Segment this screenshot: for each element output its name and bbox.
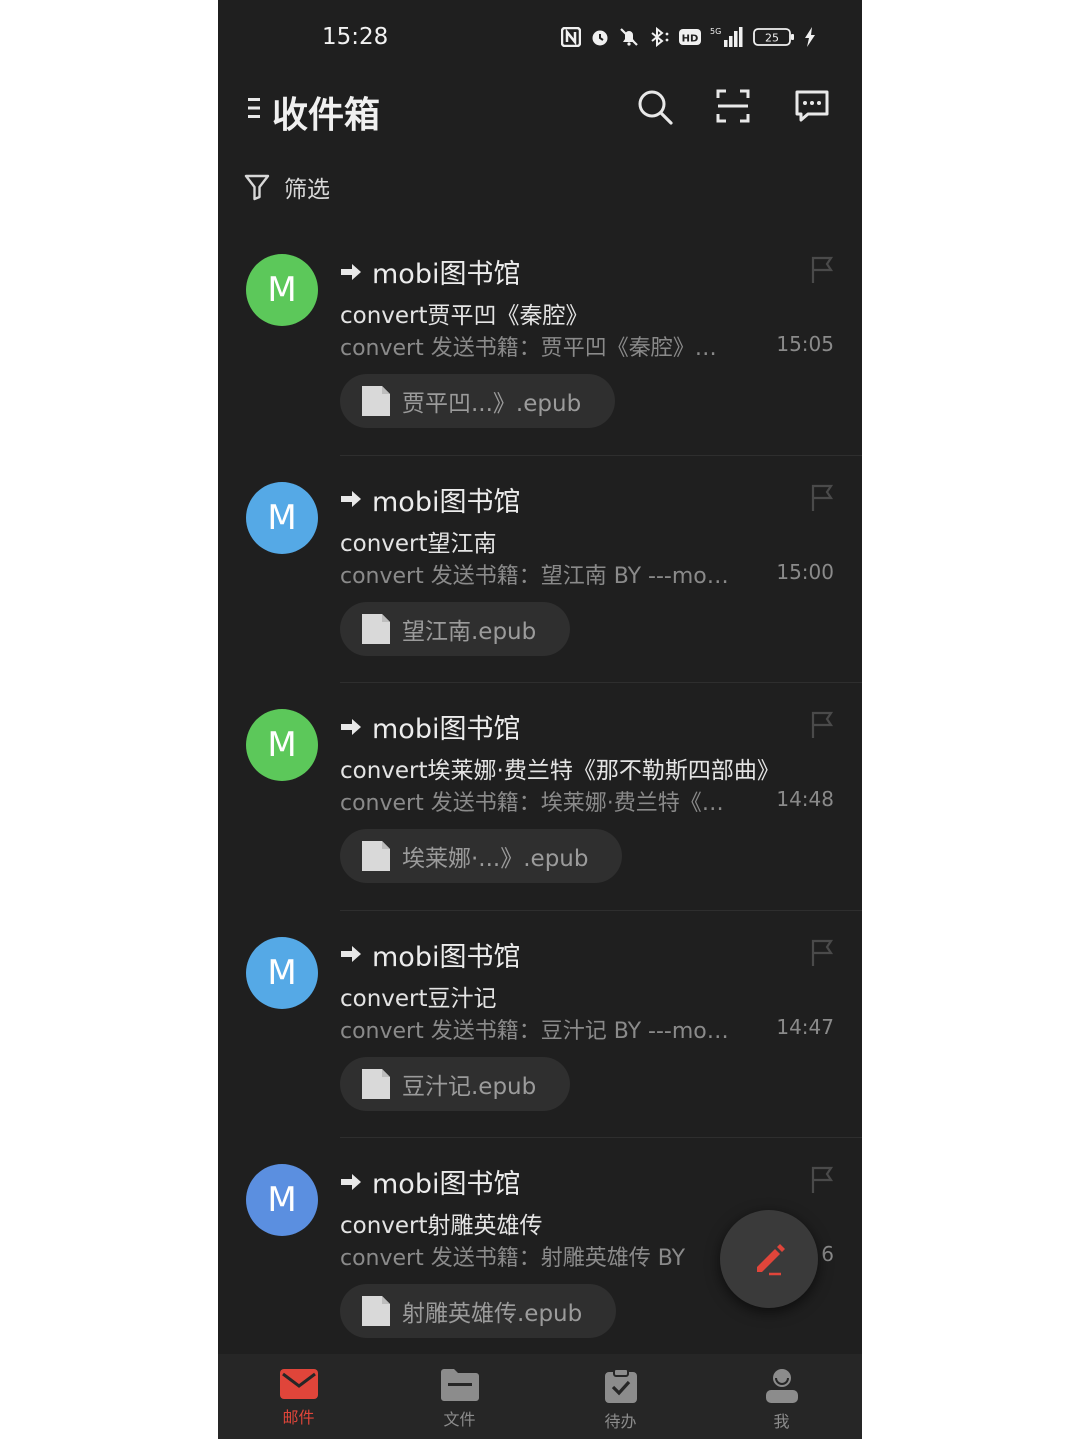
attachment-name: 贾平凹...》.epub <box>402 391 582 417</box>
file-icon <box>362 1296 390 1326</box>
bottom-navigation: 邮件 文件 待办 我 <box>218 1354 862 1439</box>
status-icons: HD 5G 25 <box>561 26 816 48</box>
mail-item[interactable]: M mobi图书馆 convert豆汁记 convert 发送书籍：豆汁记 BY… <box>218 911 862 1138</box>
nav-todo[interactable]: 待办 <box>540 1354 701 1439</box>
avatar: M <box>246 481 318 554</box>
attachment-chip[interactable]: 豆汁记.epub <box>340 1056 571 1111</box>
filter-button[interactable]: 筛选 <box>244 170 330 204</box>
inbox-header: 收件箱 <box>218 76 862 146</box>
mail-item[interactable]: M mobi图书馆 convert贾平凹《秦腔》 convert 发送书籍：贾平… <box>218 228 862 456</box>
search-icon[interactable] <box>636 88 674 126</box>
svg-text:5G: 5G <box>710 27 721 36</box>
mail-preview: convert 发送书籍：望江南 BY ---mo… <box>340 563 729 589</box>
mail-time: 6 <box>821 1242 834 1266</box>
status-time: 15:28 <box>322 24 389 50</box>
mail-item[interactable]: M mobi图书馆 convert埃莱娜·费兰特《那不勒斯四部曲》 conver… <box>218 683 862 911</box>
forward-arrow-icon <box>341 1173 361 1190</box>
avatar: M <box>246 1164 318 1236</box>
mute-bell-icon <box>620 28 638 46</box>
page-title: 收件箱 <box>272 95 381 136</box>
avatar: M <box>246 709 318 781</box>
mail-preview: convert 发送书籍：埃莱娜·费兰特《… <box>340 791 724 816</box>
mail-time: 15:05 <box>776 332 834 356</box>
sender-name: mobi图书馆 <box>372 1169 521 1200</box>
mail-time: 14:48 <box>776 787 834 811</box>
charging-bolt-icon <box>805 27 815 47</box>
svg-text:HD: HD <box>682 34 699 45</box>
attachment-name: 豆汁记.epub <box>402 1073 537 1100</box>
message-icon[interactable] <box>794 88 830 124</box>
forward-arrow-icon <box>341 718 361 735</box>
signal-5g-icon: 5G <box>710 27 743 47</box>
forward-arrow-icon <box>341 491 361 507</box>
sender-name: mobi图书馆 <box>372 486 521 518</box>
nav-label: 待办 <box>604 1412 637 1431</box>
mail-subject: convert望江南 <box>340 530 497 557</box>
mail-subject: convert射雕英雄传 <box>340 1213 543 1239</box>
bluetooth-icon <box>651 27 669 47</box>
hd-icon: HD <box>679 29 701 45</box>
attachment-chip[interactable]: 望江南.epub <box>340 601 571 656</box>
file-icon <box>362 841 390 871</box>
compose-pencil-icon <box>757 1244 785 1276</box>
compose-button[interactable] <box>720 1210 818 1308</box>
scan-icon[interactable] <box>716 88 750 124</box>
attachment-chip[interactable]: 射雕英雄传.epub <box>340 1284 617 1338</box>
attachment-name: 射雕英雄传.epub <box>402 1301 583 1327</box>
nav-label: 文件 <box>443 1410 476 1429</box>
flag-icon[interactable] <box>810 939 834 967</box>
alarm-icon <box>592 30 608 46</box>
forward-arrow-icon <box>341 946 361 962</box>
mail-subject: convert豆汁记 <box>340 985 497 1012</box>
flag-icon[interactable] <box>810 1166 834 1194</box>
nav-mail[interactable]: 邮件 <box>218 1354 379 1439</box>
nav-files[interactable]: 文件 <box>379 1354 540 1439</box>
nfc-icon <box>561 27 581 47</box>
file-icon <box>362 386 390 416</box>
status-bar: 15:28 HD 5G 25 <box>218 0 862 76</box>
flag-icon[interactable] <box>810 711 834 739</box>
nav-label: 邮件 <box>282 1408 315 1427</box>
mail-item[interactable]: M mobi图书馆 convert望江南 convert 发送书籍：望江南 BY… <box>218 456 862 683</box>
mail-sender: mobi图书馆 <box>340 480 520 519</box>
sender-name: mobi图书馆 <box>372 941 521 973</box>
folder-icon <box>440 1369 479 1401</box>
attachment-name: 望江南.epub <box>402 618 537 645</box>
mail-sender: mobi图书馆 <box>340 252 520 291</box>
mail-sender: mobi图书馆 <box>340 935 520 974</box>
forward-arrow-icon <box>341 263 361 280</box>
flag-icon[interactable] <box>810 256 834 284</box>
mail-subject: convert埃莱娜·费兰特《那不勒斯四部曲》 <box>340 758 780 784</box>
mail-sender: mobi图书馆 <box>340 707 520 746</box>
mail-preview: convert 发送书籍：豆汁记 BY ---mo… <box>340 1018 729 1044</box>
avatar: M <box>246 254 318 326</box>
battery-icon: 25 <box>753 28 794 46</box>
attachment-name: 埃莱娜·...》.epub <box>402 846 589 872</box>
avatar: M <box>246 936 318 1009</box>
nav-me[interactable]: 我 <box>701 1354 862 1439</box>
mail-time: 14:47 <box>776 1014 834 1039</box>
sender-name: mobi图书馆 <box>372 714 521 745</box>
mail-list: M mobi图书馆 convert贾平凹《秦腔》 convert 发送书籍：贾平… <box>218 228 862 1366</box>
file-icon <box>362 613 390 644</box>
mail-icon <box>279 1369 318 1399</box>
attachment-chip[interactable]: 埃莱娜·...》.epub <box>340 829 623 883</box>
mail-sender: mobi图书馆 <box>340 1162 520 1201</box>
filter-label: 筛选 <box>284 177 330 203</box>
mail-preview: convert 发送书籍：贾平凹《秦腔》… <box>340 336 717 361</box>
sender-name: mobi图书馆 <box>372 259 521 290</box>
menu-icon[interactable] <box>246 96 262 120</box>
phone-screen: 15:28 HD 5G 25 收件箱 筛选 M mobi图书馆 convert贾… <box>218 0 862 1439</box>
flag-icon[interactable] <box>810 484 834 512</box>
nav-label: 我 <box>773 1412 790 1431</box>
mail-preview: convert 发送书籍：射雕英雄传 BY <box>340 1246 686 1271</box>
mail-subject: convert贾平凹《秦腔》 <box>340 303 589 329</box>
file-icon <box>362 1068 390 1099</box>
filter-icon <box>244 174 270 201</box>
mail-time: 15:00 <box>776 559 834 584</box>
clipboard-check-icon <box>604 1368 637 1403</box>
svg-text:25: 25 <box>765 32 779 45</box>
profile-icon <box>765 1369 798 1403</box>
attachment-chip[interactable]: 贾平凹...》.epub <box>340 374 616 428</box>
